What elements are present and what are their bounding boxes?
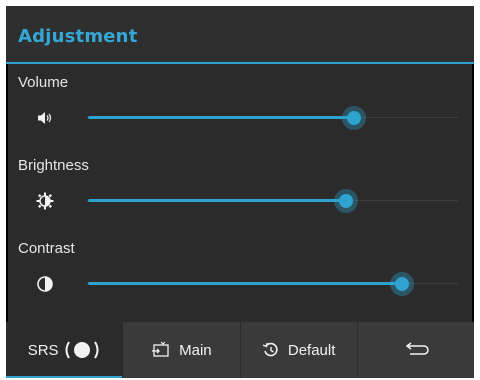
bottom-bar: SRS Main Default: [6, 322, 474, 378]
default-label: Default: [287, 341, 336, 359]
brightness-fill: [88, 199, 346, 202]
brightness-label: Brightness: [18, 157, 89, 174]
main-label: Main: [179, 341, 212, 359]
contrast-slider-thumb[interactable]: [390, 272, 414, 296]
speaker-icon: [36, 109, 54, 127]
volume-slider-thumb[interactable]: [342, 106, 366, 130]
back-arrow-icon: [402, 342, 430, 358]
panel-title: Adjustment: [18, 26, 138, 47]
brightness-icon: [36, 192, 54, 210]
contrast-icon: [36, 275, 54, 293]
main-button[interactable]: Main: [123, 322, 241, 378]
volume-label: Volume: [18, 74, 69, 91]
adjustment-panel: Adjustment Volume Brightness Contrast SR…: [6, 6, 474, 378]
volume-fill: [88, 116, 354, 119]
title-bar: Adjustment: [6, 6, 474, 64]
default-button[interactable]: Default: [241, 322, 358, 378]
brightness-slider[interactable]: [86, 189, 458, 213]
back-button[interactable]: [358, 322, 474, 378]
brightness-slider-thumb[interactable]: [334, 189, 358, 213]
contrast-label: Contrast: [18, 240, 75, 257]
volume-slider[interactable]: [86, 106, 458, 130]
srs-label: SRS: [27, 341, 59, 359]
input-source-icon: [151, 341, 171, 359]
contrast-slider[interactable]: [86, 272, 458, 296]
contrast-fill: [88, 282, 402, 285]
reset-icon: [262, 341, 280, 359]
srs-button[interactable]: SRS: [6, 322, 124, 378]
toggle-switch-icon: [63, 340, 101, 360]
